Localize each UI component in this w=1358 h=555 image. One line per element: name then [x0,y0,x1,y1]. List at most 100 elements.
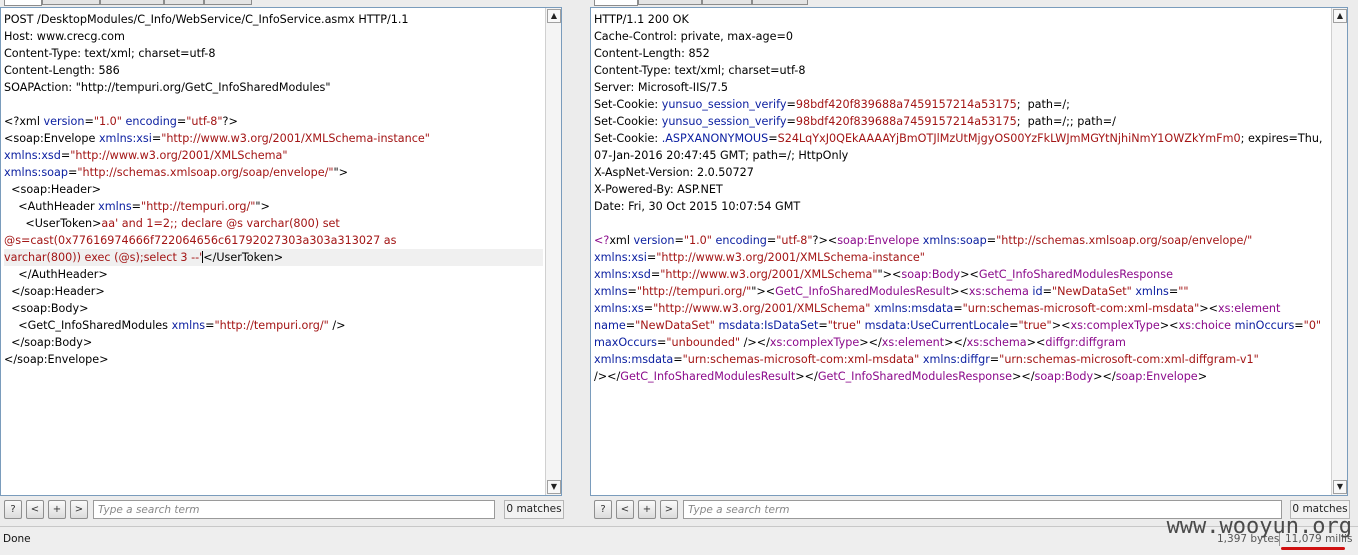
response-token: >< [950,285,969,298]
request-token: = [84,115,94,128]
request-token: = [176,115,187,128]
response-token: ; path=/;; path=/ [1016,115,1116,128]
response-token: xs:choice [1178,319,1231,332]
request-token: varchar(800)) exec (@s);select 3 --' [4,251,203,264]
response-token: xmlns [594,285,628,298]
add-button[interactable]: + [638,500,656,519]
response-token: > [1197,370,1208,383]
response-token: >< [1199,302,1219,315]
response-token: = [646,251,657,264]
request-token: xmlns:xsd [4,149,61,162]
response-token: X-AspNet-Version: 2.0.50727 [594,166,754,179]
response-token: xs:complexType [1070,319,1160,332]
response-token: "http://www.w3.org/2001/XMLSchema" [660,268,878,281]
request-token: /> [328,319,346,332]
request-token: ?> [222,115,238,128]
scroll-down-icon[interactable]: ▼ [547,480,561,494]
response-token: soap:Envelope [1115,370,1198,383]
request-line: POST /DesktopModules/C_Info/WebService/C… [4,11,543,28]
request-tab-raw[interactable] [4,0,42,6]
response-token: ; path=/; [1016,98,1070,111]
request-scrollbar[interactable]: ▲ ▼ [545,8,561,495]
request-match-count: 0 matches [504,500,564,519]
response-token: xs:complexType [769,336,860,349]
response-token: = [657,336,667,349]
response-token: ></ [1011,370,1035,383]
help-button[interactable]: ? [4,500,22,519]
response-line: maxOccurs="unbounded" /></xs:complexType… [594,334,1329,351]
response-token: = [953,302,963,315]
response-token: ">< [877,268,902,281]
request-tab-params[interactable] [42,0,100,5]
request-tab-strip [0,0,566,6]
response-token: 98bdf420f839688a7459157214a53175 [795,98,1017,111]
response-token: /></ [594,370,621,383]
request-token: </soap:Envelope> [4,353,109,366]
request-editor[interactable]: POST /DesktopModules/C_Info/WebService/C… [0,7,562,496]
response-line: Set-Cookie: .ASPXANONYMOUS=S24LqYxJ0QEkA… [594,130,1329,147]
response-token: msdata:UseCurrentLocale [864,319,1010,332]
add-button[interactable]: + [48,500,66,519]
request-token: xml [19,115,44,128]
scroll-up-icon[interactable]: ▲ [547,9,561,23]
request-search-input[interactable] [93,500,495,519]
response-line: Set-Cookie: yunsuo_session_verify=98bdf4… [594,113,1329,130]
response-token: .ASPXANONYMOUS [661,132,769,145]
response-tab-strip [590,0,1352,6]
response-line: <?xml version="1.0" encoding="utf-8"?><s… [594,232,1329,249]
response-line: ​ [594,215,1329,232]
request-tab-xml[interactable] [204,0,252,5]
response-tab-hex[interactable] [702,0,752,5]
response-line: xmlns:xsi="http://www.w3.org/2001/XMLSch… [594,249,1329,266]
response-scrollbar[interactable]: ▲ ▼ [1331,8,1347,495]
request-text[interactable]: POST /DesktopModules/C_Info/WebService/C… [4,11,543,368]
next-match-button[interactable]: > [660,500,678,519]
request-token: xmlns [171,319,206,332]
request-line: varchar(800)) exec (@s);select 3 --'</Us… [4,249,543,266]
request-line: </soap:Body> [4,334,543,351]
response-token: = [674,234,684,247]
response-token: Set-Cookie: [594,115,662,128]
request-line: Content-Type: text/xml; charset=utf-8 [4,45,543,62]
response-token: = [673,353,683,366]
pane-divider[interactable] [566,0,590,526]
request-line: <AuthHeader xmlns="http://tempuri.org/""… [4,198,543,215]
request-token: "> [333,166,349,179]
request-line: @s=cast(0x77616974666f722064656c61792027… [4,232,543,249]
response-token: GetC_InfoSharedModulesResponse [978,268,1173,281]
response-tab-xml[interactable] [752,0,808,5]
response-token: "unbounded" [666,336,741,349]
response-token: soap:Envelope [837,234,920,247]
request-token: = [60,149,71,162]
prev-match-button[interactable]: < [26,500,44,519]
response-token: ></ [944,336,967,349]
response-line: X-Powered-By: ASP.NET [594,181,1329,198]
request-tab-headers[interactable] [100,0,164,5]
response-token: maxOccurs [594,336,658,349]
request-token: soap:Envelope [13,132,99,145]
response-line: xmlns:msdata="urn:schemas-microsoft-com:… [594,351,1329,368]
response-token: "0" [1303,319,1322,332]
scroll-down-icon[interactable]: ▼ [1333,480,1347,494]
request-tab-hex[interactable] [164,0,204,5]
response-token: = [643,302,654,315]
help-button[interactable]: ? [594,500,612,519]
response-text[interactable]: HTTP/1.1 200 OK Cache-Control: private, m… [594,11,1329,385]
response-token: ">< [751,285,776,298]
next-match-button[interactable]: > [70,500,88,519]
response-token: X-Powered-By: ASP.NET [594,183,723,196]
response-tab-raw[interactable] [594,0,638,6]
response-pane: HTTP/1.1 200 OK Cache-Control: private, m… [590,0,1352,524]
response-editor[interactable]: HTTP/1.1 200 OK Cache-Control: private, m… [590,7,1348,496]
response-tab-headers[interactable] [638,0,702,5]
response-token: "NewDataSet" [1051,285,1132,298]
response-line: Content-Length: 852 [594,45,1329,62]
response-token: "http://www.w3.org/2001/XMLSchema" [653,302,871,315]
request-search-bar: ? < + > 0 matches [0,499,566,521]
request-token: "http://schemas.xmlsoap.org/soap/envelop… [77,166,334,179]
response-token: xs:schema [968,285,1029,298]
prev-match-button[interactable]: < [616,500,634,519]
response-token: version [633,234,675,247]
scroll-up-icon[interactable]: ▲ [1333,9,1347,23]
request-token: "http://www.w3.org/2001/XMLSchema" [70,149,288,162]
